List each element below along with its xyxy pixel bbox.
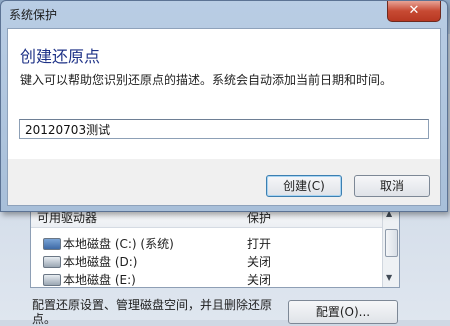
close-button[interactable]: ✕ <box>387 1 441 22</box>
drive-name: 本地磁盘 (C:) (系统) <box>63 237 174 251</box>
drive-icon <box>43 256 61 268</box>
drive-list[interactable]: 可用驱动器 保护 本地磁盘 (C:) (系统) 打开 本地磁盘 (D:) 关闭 … <box>30 206 400 288</box>
scroll-thumb[interactable] <box>385 229 398 257</box>
configure-button[interactable]: 配置(O)... <box>288 300 398 324</box>
drive-row[interactable]: 本地磁盘 (C:) (系统) 打开 <box>31 235 383 251</box>
drive-name: 本地磁盘 (D:) <box>63 255 138 269</box>
drive-row[interactable]: 本地磁盘 (E:) 关闭 <box>31 271 383 287</box>
configure-description: 配置还原设置、管理磁盘空间，并且删除还原点。 <box>32 298 273 326</box>
protection-status: 关闭 <box>247 273 272 287</box>
drive-name: 本地磁盘 (E:) <box>63 273 136 287</box>
system-drive-icon <box>43 238 61 250</box>
protection-status: 关闭 <box>247 255 272 269</box>
dialog-heading: 创建还原点 <box>20 47 101 66</box>
list-scrollbar[interactable]: ▲ ▼ <box>382 207 399 287</box>
dialog-title: 系统保护 <box>9 8 58 22</box>
scroll-down-icon[interactable]: ▼ <box>386 273 392 282</box>
instruction-text: 键入可以帮助您识别还原点的描述。系统会自动添加当前日期和时间。 <box>20 73 393 87</box>
drive-icon <box>43 274 61 286</box>
dialog-client-area: 创建还原点 键入可以帮助您识别还原点的描述。系统会自动添加当前日期和时间。 创建… <box>7 28 441 206</box>
cancel-button[interactable]: 取消 <box>354 175 430 197</box>
drive-row[interactable]: 本地磁盘 (D:) 关闭 <box>31 253 383 269</box>
restore-point-description-input[interactable] <box>19 119 429 139</box>
protection-status: 打开 <box>247 237 272 251</box>
create-button[interactable]: 创建(C) <box>266 175 342 197</box>
create-restore-point-dialog: 系统保护 ✕ 创建还原点 键入可以帮助您识别还原点的描述。系统会自动添加当前日期… <box>0 0 448 212</box>
dialog-content-area: 创建还原点 键入可以帮助您识别还原点的描述。系统会自动添加当前日期和时间。 <box>8 29 440 159</box>
close-icon: ✕ <box>408 3 420 18</box>
